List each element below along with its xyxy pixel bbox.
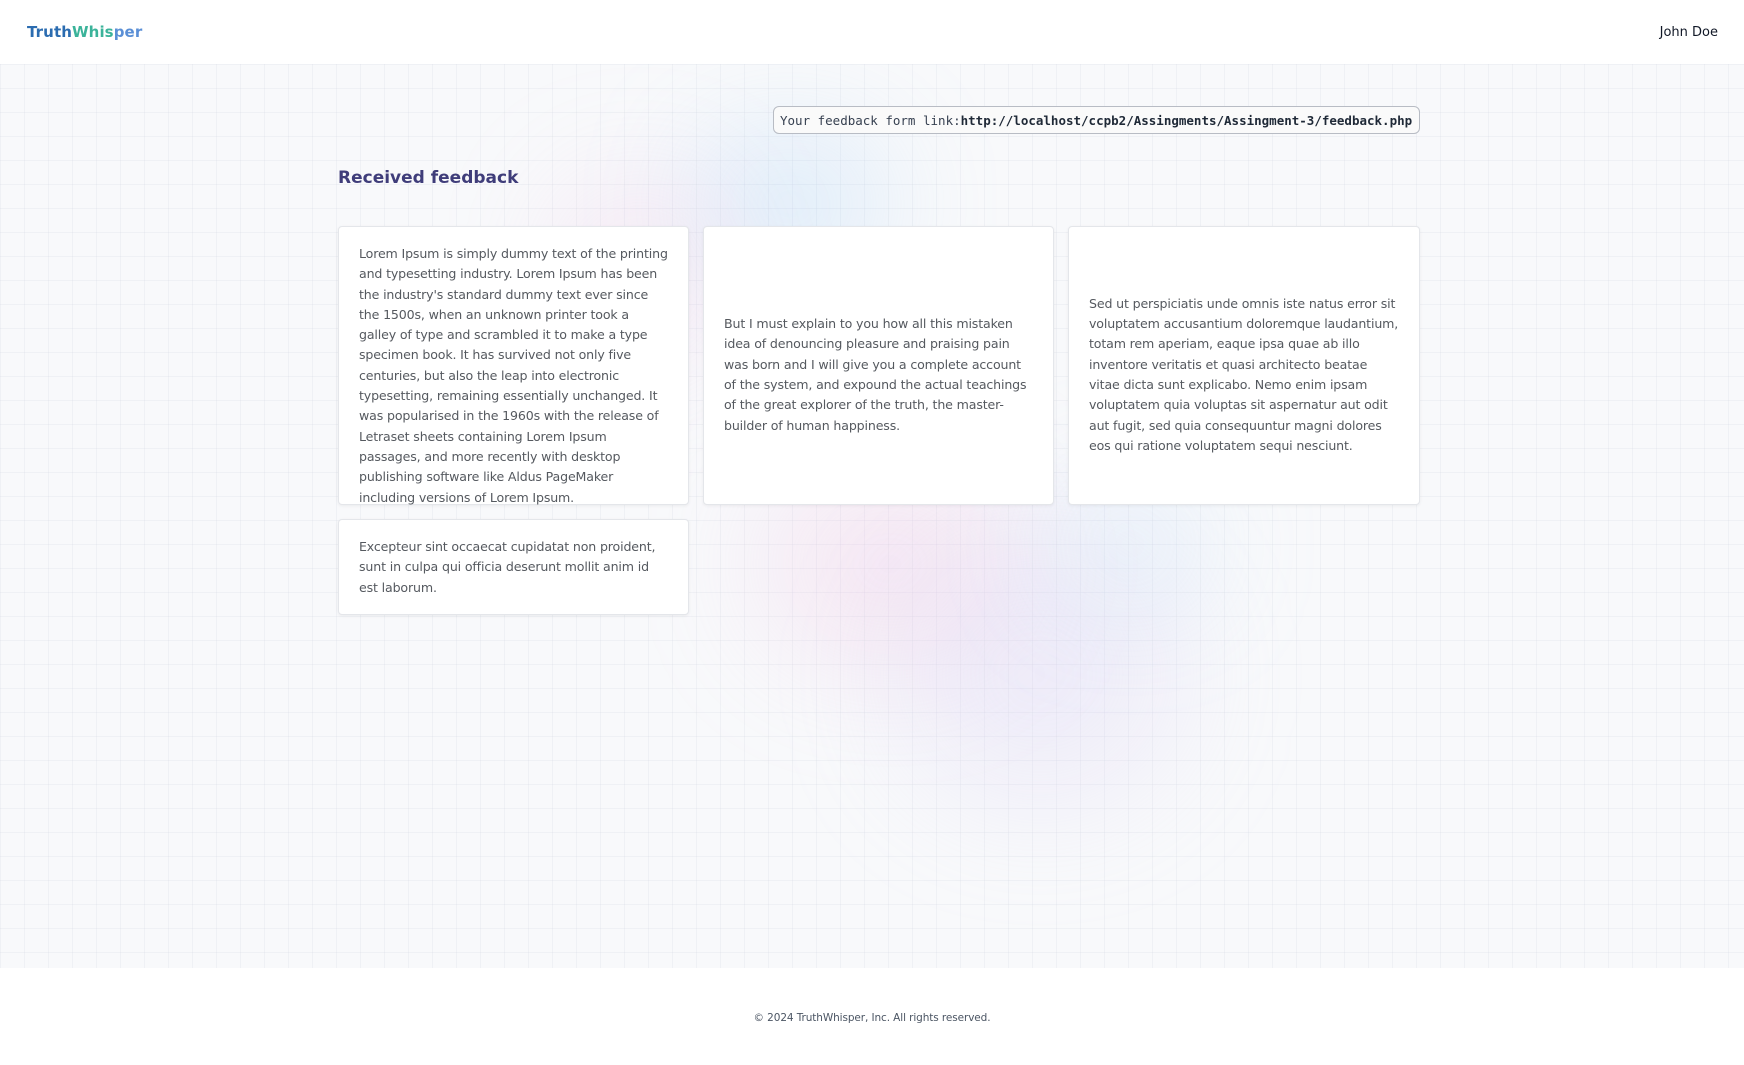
- user-name[interactable]: John Doe: [1660, 25, 1718, 40]
- logo-part-per: per: [113, 23, 143, 41]
- main-content: Your feedback form link: http://localhos…: [0, 64, 1744, 968]
- feedback-card: Sed ut perspiciatis unde omnis iste natu…: [1068, 226, 1420, 505]
- feedback-link-label: Your feedback form link:: [780, 112, 961, 128]
- feedback-card: Excepteur sint occaecat cupidatat non pr…: [338, 519, 689, 615]
- background-blob: [900, 544, 1180, 804]
- feedback-card: But I must explain to you how all this m…: [703, 226, 1054, 505]
- feedback-text: Excepteur sint occaecat cupidatat non pr…: [359, 539, 656, 595]
- feedback-text: Lorem Ipsum is simply dummy text of the …: [359, 246, 668, 505]
- background-blob: [1060, 494, 1200, 594]
- section-title: Received feedback: [338, 168, 519, 188]
- footer: © 2024 TruthWhisper, Inc. All rights res…: [0, 968, 1744, 1065]
- feedback-link-box[interactable]: Your feedback form link: http://localhos…: [773, 106, 1420, 134]
- navbar: TruthWhisper John Doe: [0, 0, 1744, 64]
- logo-part-truth: Truth: [27, 23, 73, 41]
- brand-logo[interactable]: TruthWhisper: [27, 23, 142, 41]
- feedback-card: Lorem Ipsum is simply dummy text of the …: [338, 226, 689, 505]
- footer-copyright: © 2024 TruthWhisper, Inc. All rights res…: [753, 1012, 991, 1024]
- logo-part-whis: Whis: [72, 23, 114, 41]
- feedback-link-url[interactable]: http://localhost/ccpb2/Assingments/Assin…: [961, 113, 1413, 128]
- feedback-text: Sed ut perspiciatis unde omnis iste natu…: [1089, 295, 1399, 453]
- feedback-text: But I must explain to you how all this m…: [724, 316, 1027, 433]
